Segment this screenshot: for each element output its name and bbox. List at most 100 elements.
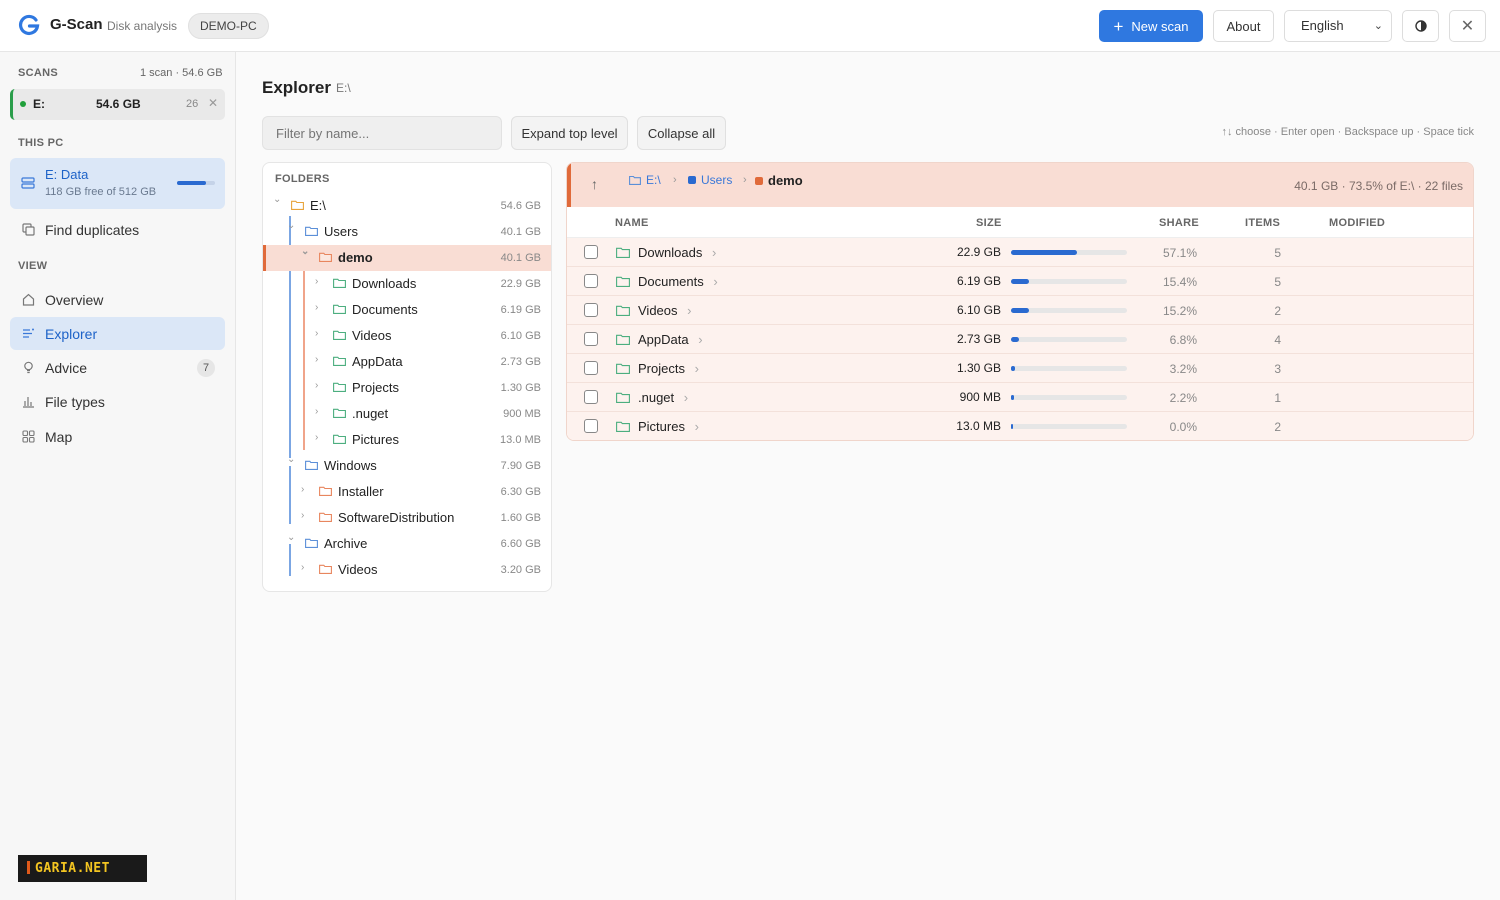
tree-row-size: 900 MB [503, 408, 541, 420]
row-size: 22.9 GB [956, 245, 1001, 259]
tree-row[interactable]: ⌄ Users 40.1 GB [263, 219, 551, 245]
color-swatch [688, 176, 696, 184]
tree-row-label: SoftwareDistribution [338, 510, 455, 525]
row-items: 4 [1274, 333, 1281, 347]
language-select[interactable]: English ⌄ [1284, 10, 1392, 42]
tree-row[interactable]: › Videos 3.20 GB [263, 557, 551, 583]
tree-row[interactable]: ⌄ Archive 6.60 GB [263, 531, 551, 557]
filter-input[interactable] [262, 116, 502, 150]
nav-label: File types [45, 393, 105, 410]
chevron-right-icon[interactable]: › [301, 484, 311, 495]
nav-advice[interactable]: Advice 7 [10, 351, 225, 384]
share-bar-fill [1011, 366, 1015, 371]
tree-row-size: 6.10 GB [500, 330, 541, 342]
chevron-down-icon: ⌄ [1373, 20, 1383, 32]
table-row[interactable]: Videos › 6.10 GB 15.2% 2 [567, 296, 1473, 325]
chevron-right-icon: › [708, 245, 717, 260]
table-row[interactable]: Pictures › 13.0 MB 0.0% 2 [567, 412, 1473, 440]
tree-row[interactable]: › Documents 6.19 GB [263, 297, 551, 323]
chevron-down-icon[interactable]: ⌄ [287, 220, 297, 231]
chevron-down-icon[interactable]: ⌄ [301, 246, 311, 257]
tree-row-label: Downloads [352, 276, 417, 291]
nav-map[interactable]: Map [10, 420, 225, 453]
row-checkbox[interactable] [584, 274, 598, 288]
column-header-share[interactable]: SHARE [1159, 217, 1199, 229]
chevron-right-icon[interactable]: › [315, 432, 325, 443]
chevron-right-icon[interactable]: › [301, 562, 311, 573]
chevron-right-icon[interactable]: › [301, 510, 311, 521]
share-bar-fill [1011, 395, 1014, 400]
share-bar-fill [1011, 279, 1029, 284]
tree-row[interactable]: › Downloads 22.9 GB [263, 271, 551, 297]
breadcrumb-item[interactable]: E:\ [629, 173, 661, 187]
breadcrumb-label: E:\ [646, 173, 661, 187]
chevron-right-icon: › [690, 361, 699, 376]
table-row[interactable]: Documents › 6.19 GB 15.4% 5 [567, 267, 1473, 296]
share-bar [1011, 250, 1127, 255]
row-size: 1.30 GB [956, 361, 1001, 375]
folder-icon [319, 512, 332, 522]
nav-overview[interactable]: Overview [10, 283, 225, 316]
chevron-right-icon[interactable]: › [315, 302, 325, 313]
nav-explorer[interactable]: Explorer [10, 317, 225, 350]
expand-top-level-button[interactable]: Expand top level [511, 116, 628, 150]
row-checkbox[interactable] [584, 390, 598, 404]
table-row[interactable]: AppData › 2.73 GB 6.8% 4 [567, 325, 1473, 354]
tree-row[interactable]: ⌄ demo 40.1 GB [263, 245, 551, 271]
chevron-right-icon[interactable]: › [315, 328, 325, 339]
chevron-right-icon[interactable]: › [315, 380, 325, 391]
scan-item[interactable]: E: 54.6 GB 26 ✕ [10, 89, 225, 120]
tree-row[interactable]: › .nuget 900 MB [263, 401, 551, 427]
tree-row[interactable]: ⌄ Windows 7.90 GB [263, 453, 551, 479]
about-button[interactable]: About [1213, 10, 1274, 42]
sidebar: SCANS 1 scan · 54.6 GB E: 54.6 GB 26 ✕ T… [0, 52, 236, 900]
tree-row[interactable]: › SoftwareDistribution 1.60 GB [263, 505, 551, 531]
chevron-right-icon[interactable]: › [315, 276, 325, 287]
tree-row[interactable]: › Videos 6.10 GB [263, 323, 551, 349]
scans-section-label: SCANS [18, 67, 59, 79]
tree-row[interactable]: › AppData 2.73 GB [263, 349, 551, 375]
column-header-items[interactable]: ITEMS [1245, 217, 1280, 229]
chevron-down-icon[interactable]: ⌄ [287, 532, 297, 543]
folder-icon [319, 486, 332, 496]
chevron-down-icon[interactable]: ⌄ [273, 194, 283, 205]
tree-row[interactable]: › Pictures 13.0 MB [263, 427, 551, 453]
folder-icon [616, 392, 630, 403]
table-row[interactable]: .nuget › 900 MB 2.2% 1 [567, 383, 1473, 412]
row-checkbox[interactable] [584, 245, 598, 259]
tree-row-label: Installer [338, 484, 384, 499]
chevron-down-icon[interactable]: ⌄ [287, 454, 297, 465]
find-duplicates-button[interactable]: Find duplicates [10, 213, 225, 246]
theme-toggle-button[interactable] [1402, 10, 1439, 42]
drive-free-space: 118 GB free of 512 GB [45, 186, 157, 198]
row-checkbox[interactable] [584, 303, 598, 317]
row-checkbox[interactable] [584, 332, 598, 346]
row-share: 0.0% [1169, 420, 1197, 434]
new-scan-button[interactable]: + New scan [1099, 10, 1203, 42]
table-row[interactable]: Projects › 1.30 GB 3.2% 3 [567, 354, 1473, 383]
remove-scan-icon[interactable]: ✕ [208, 96, 218, 110]
folder-icon [305, 460, 318, 470]
collapse-all-button[interactable]: Collapse all [637, 116, 726, 150]
row-checkbox[interactable] [584, 419, 598, 433]
chevron-right-icon[interactable]: › [315, 354, 325, 365]
contrast-icon [1414, 20, 1427, 32]
share-bar [1011, 424, 1127, 429]
column-header-size[interactable]: SIZE [976, 217, 1002, 229]
up-arrow-icon[interactable]: ↑ [591, 176, 598, 192]
column-header-name[interactable]: NAME [615, 217, 649, 229]
row-checkbox[interactable] [584, 361, 598, 375]
status-dot [20, 101, 26, 107]
breadcrumb-item[interactable]: Users [688, 173, 732, 187]
scan-drive: E: [33, 97, 45, 111]
tree-row[interactable]: › Projects 1.30 GB [263, 375, 551, 401]
drive-card[interactable]: E: Data 118 GB free of 512 GB [10, 158, 225, 209]
column-header-modified[interactable]: MODIFIED [1329, 217, 1385, 229]
chevron-right-icon[interactable]: › [315, 406, 325, 417]
close-button[interactable]: ✕ [1449, 10, 1486, 42]
row-name: Projects › [638, 361, 699, 376]
tree-row[interactable]: › Installer 6.30 GB [263, 479, 551, 505]
nav-file-types[interactable]: File types [10, 385, 225, 418]
tree-row[interactable]: ⌄ E:\ 54.6 GB [263, 193, 551, 219]
table-row[interactable]: Downloads › 22.9 GB 57.1% 5 [567, 238, 1473, 267]
